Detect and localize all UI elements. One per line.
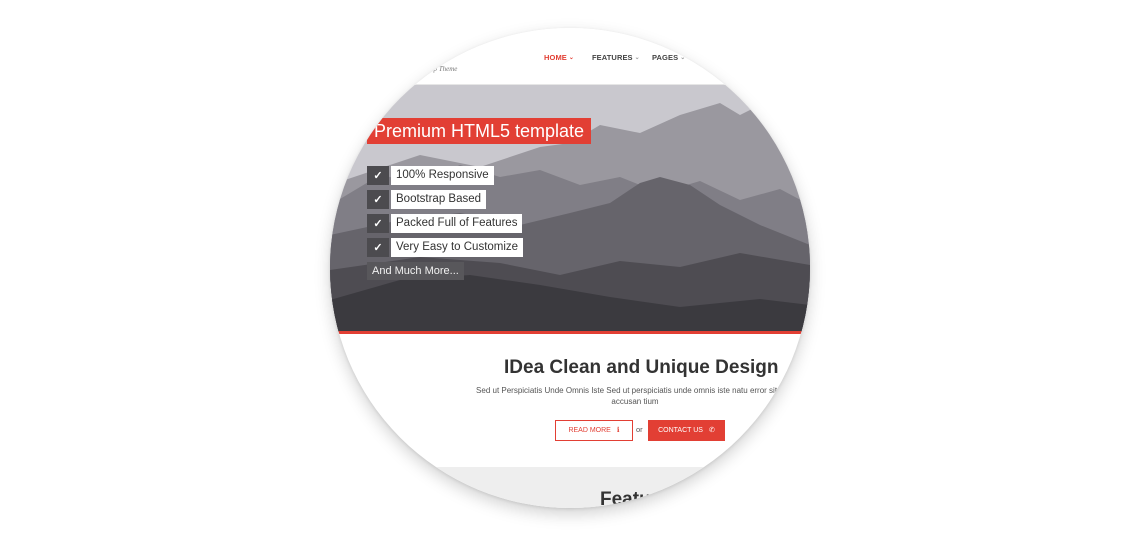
features-section bbox=[330, 467, 810, 508]
magnified-preview: ap Theme HOME ⌄ FEATURES ⌄ PAGES ⌄ Premium … bbox=[330, 28, 810, 508]
nav-pages-label: PAGES bbox=[652, 53, 679, 62]
phone-icon: ✆ bbox=[708, 427, 715, 434]
feature-label: 100% Responsive bbox=[391, 166, 494, 185]
or-separator: or bbox=[636, 425, 643, 434]
intro-text: Sed ut Perspiciatis Unde Omnis Iste Sed … bbox=[476, 386, 794, 406]
feature-item: ✓ Packed Full of Features bbox=[367, 214, 523, 233]
check-icon: ✓ bbox=[367, 238, 389, 257]
nav-home-label: HOME bbox=[544, 53, 567, 62]
nav-features[interactable]: FEATURES ⌄ bbox=[592, 53, 640, 62]
nav-pages[interactable]: PAGES ⌄ bbox=[652, 53, 685, 62]
nav-home[interactable]: HOME ⌄ bbox=[544, 53, 574, 62]
feature-item: ✓ 100% Responsive bbox=[367, 166, 494, 185]
feature-item: ✓ Very Easy to Customize bbox=[367, 238, 524, 257]
read-more-button[interactable]: READ MORE ℹ bbox=[555, 420, 633, 441]
read-more-label: READ MORE bbox=[568, 427, 611, 434]
hero-accent-bar bbox=[330, 331, 810, 334]
chevron-down-icon: ⌄ bbox=[568, 55, 575, 61]
check-icon: ✓ bbox=[367, 166, 389, 185]
features-section-title: Featu bbox=[600, 489, 651, 508]
site-header: ap Theme HOME ⌄ FEATURES ⌄ PAGES ⌄ bbox=[330, 28, 810, 85]
feature-label: Packed Full of Features bbox=[391, 214, 523, 233]
hero-title: Premium HTML5 template bbox=[367, 118, 592, 144]
site-tagline: ap Theme bbox=[430, 65, 458, 73]
nav-features-label: FEATURES bbox=[592, 53, 633, 62]
info-icon: ℹ bbox=[616, 427, 620, 434]
check-icon: ✓ bbox=[367, 214, 389, 233]
website-page: ap Theme HOME ⌄ FEATURES ⌄ PAGES ⌄ Premium … bbox=[330, 28, 810, 508]
check-icon: ✓ bbox=[367, 190, 389, 209]
chevron-down-icon: ⌄ bbox=[634, 55, 640, 61]
and-much-more-label: And Much More... bbox=[367, 262, 464, 280]
intro-heading: IDea Clean and Unique Design bbox=[504, 357, 779, 378]
feature-label: Very Easy to Customize bbox=[391, 238, 524, 257]
feature-label: Bootstrap Based bbox=[391, 190, 487, 209]
chevron-down-icon: ⌄ bbox=[680, 55, 686, 61]
contact-us-button[interactable]: CONTACT US ✆ bbox=[648, 420, 725, 441]
feature-item: ✓ Bootstrap Based bbox=[367, 190, 487, 209]
contact-us-label: CONTACT US bbox=[658, 427, 703, 434]
